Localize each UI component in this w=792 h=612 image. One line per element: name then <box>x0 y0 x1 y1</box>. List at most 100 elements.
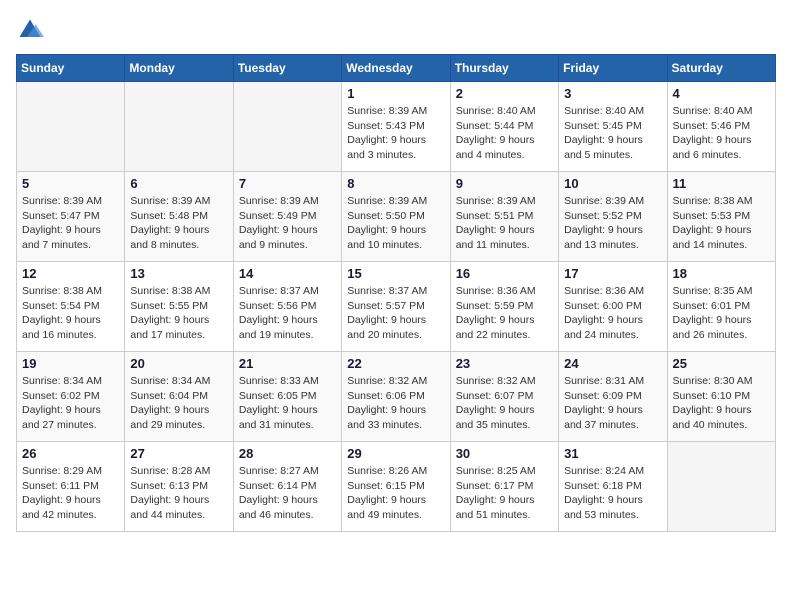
day-number: 31 <box>564 446 661 461</box>
day-number: 28 <box>239 446 336 461</box>
calendar-cell: 15 Sunrise: 8:37 AMSunset: 5:57 PMDayligh… <box>342 262 450 352</box>
day-number: 15 <box>347 266 444 281</box>
day-info: Sunrise: 8:38 AMSunset: 5:53 PMDaylight:… <box>673 194 770 253</box>
day-number: 20 <box>130 356 227 371</box>
calendar-week-row: 5Sunrise: 8:39 AMSunset: 5:47 PMDaylight… <box>17 172 776 262</box>
calendar-cell: 31 Sunrise: 8:24 AMSunset: 6:18 PMDayligh… <box>559 442 667 532</box>
weekday-header: Thursday <box>450 55 558 82</box>
day-info: Sunrise: 8:39 AMSunset: 5:50 PMDaylight:… <box>347 194 444 253</box>
weekday-header-row: SundayMondayTuesdayWednesdayThursdayFrid… <box>17 55 776 82</box>
weekday-header: Friday <box>559 55 667 82</box>
calendar-cell <box>125 82 233 172</box>
day-info: Sunrise: 8:31 AMSunset: 6:09 PMDaylight:… <box>564 374 661 433</box>
calendar-cell: 24Sunrise: 8:31 AMSunset: 6:09 PMDayligh… <box>559 352 667 442</box>
calendar-cell: 22 Sunrise: 8:32 AMSunset: 6:06 PMDayligh… <box>342 352 450 442</box>
day-info: Sunrise: 8:39 AMSunset: 5:48 PMDaylight:… <box>130 194 227 253</box>
day-info: Sunrise: 8:40 AMSunset: 5:45 PMDaylight:… <box>564 104 661 163</box>
day-info: Sunrise: 8:39 AMSunset: 5:47 PMDaylight:… <box>22 194 119 253</box>
calendar-cell: 5Sunrise: 8:39 AMSunset: 5:47 PMDaylight… <box>17 172 125 262</box>
calendar-cell <box>17 82 125 172</box>
day-info: Sunrise: 8:35 AMSunset: 6:01 PMDaylight:… <box>673 284 770 343</box>
day-info: Sunrise: 8:39 AMSunset: 5:43 PMDaylight:… <box>347 104 444 163</box>
day-info: Sunrise: 8:26 AMSunset: 6:15 PMDaylight:… <box>347 464 444 523</box>
day-number: 1 <box>347 86 444 101</box>
calendar-cell: 29 Sunrise: 8:26 AMSunset: 6:15 PMDayligh… <box>342 442 450 532</box>
calendar-cell <box>233 82 341 172</box>
day-info: Sunrise: 8:28 AMSunset: 6:13 PMDaylight:… <box>130 464 227 523</box>
day-number: 14 <box>239 266 336 281</box>
calendar-week-row: 19 Sunrise: 8:34 AMSunset: 6:02 PMDayligh… <box>17 352 776 442</box>
day-info: Sunrise: 8:37 AMSunset: 5:57 PMDaylight:… <box>347 284 444 343</box>
calendar-cell: 25Sunrise: 8:30 AMSunset: 6:10 PMDayligh… <box>667 352 775 442</box>
day-number: 12 <box>22 266 119 281</box>
calendar-cell: 10 Sunrise: 8:39 AMSunset: 5:52 PMDayligh… <box>559 172 667 262</box>
day-number: 22 <box>347 356 444 371</box>
calendar-week-row: 12 Sunrise: 8:38 AMSunset: 5:54 PMDayligh… <box>17 262 776 352</box>
calendar-table: SundayMondayTuesdayWednesdayThursdayFrid… <box>16 54 776 532</box>
calendar-cell: 13 Sunrise: 8:38 AMSunset: 5:55 PMDayligh… <box>125 262 233 352</box>
calendar-cell: 16 Sunrise: 8:36 AMSunset: 5:59 PMDayligh… <box>450 262 558 352</box>
day-info: Sunrise: 8:36 AMSunset: 6:00 PMDaylight:… <box>564 284 661 343</box>
day-number: 10 <box>564 176 661 191</box>
header <box>16 16 776 44</box>
day-info: Sunrise: 8:30 AMSunset: 6:10 PMDaylight:… <box>673 374 770 433</box>
calendar-cell: 17 Sunrise: 8:36 AMSunset: 6:00 PMDayligh… <box>559 262 667 352</box>
day-number: 6 <box>130 176 227 191</box>
day-info: Sunrise: 8:36 AMSunset: 5:59 PMDaylight:… <box>456 284 553 343</box>
day-info: Sunrise: 8:29 AMSunset: 6:11 PMDaylight:… <box>22 464 119 523</box>
calendar-cell: 26 Sunrise: 8:29 AMSunset: 6:11 PMDayligh… <box>17 442 125 532</box>
day-info: Sunrise: 8:24 AMSunset: 6:18 PMDaylight:… <box>564 464 661 523</box>
calendar-cell: 6 Sunrise: 8:39 AMSunset: 5:48 PMDaylight… <box>125 172 233 262</box>
day-info: Sunrise: 8:37 AMSunset: 5:56 PMDaylight:… <box>239 284 336 343</box>
day-number: 11 <box>673 176 770 191</box>
calendar-cell: 18Sunrise: 8:35 AMSunset: 6:01 PMDayligh… <box>667 262 775 352</box>
day-number: 16 <box>456 266 553 281</box>
day-number: 26 <box>22 446 119 461</box>
day-info: Sunrise: 8:38 AMSunset: 5:55 PMDaylight:… <box>130 284 227 343</box>
day-number: 30 <box>456 446 553 461</box>
calendar-cell: 23 Sunrise: 8:32 AMSunset: 6:07 PMDayligh… <box>450 352 558 442</box>
calendar-cell: 19 Sunrise: 8:34 AMSunset: 6:02 PMDayligh… <box>17 352 125 442</box>
day-info: Sunrise: 8:38 AMSunset: 5:54 PMDaylight:… <box>22 284 119 343</box>
weekday-header: Monday <box>125 55 233 82</box>
calendar-cell: 21 Sunrise: 8:33 AMSunset: 6:05 PMDayligh… <box>233 352 341 442</box>
calendar-cell <box>667 442 775 532</box>
weekday-header: Sunday <box>17 55 125 82</box>
calendar-cell: 1 Sunrise: 8:39 AMSunset: 5:43 PMDaylight… <box>342 82 450 172</box>
day-info: Sunrise: 8:25 AMSunset: 6:17 PMDaylight:… <box>456 464 553 523</box>
day-number: 29 <box>347 446 444 461</box>
day-number: 9 <box>456 176 553 191</box>
calendar-cell: 20 Sunrise: 8:34 AMSunset: 6:04 PMDayligh… <box>125 352 233 442</box>
day-number: 4 <box>673 86 770 101</box>
calendar-cell: 8 Sunrise: 8:39 AMSunset: 5:50 PMDaylight… <box>342 172 450 262</box>
day-info: Sunrise: 8:39 AMSunset: 5:51 PMDaylight:… <box>456 194 553 253</box>
day-info: Sunrise: 8:27 AMSunset: 6:14 PMDaylight:… <box>239 464 336 523</box>
calendar-cell: 14 Sunrise: 8:37 AMSunset: 5:56 PMDayligh… <box>233 262 341 352</box>
day-number: 27 <box>130 446 227 461</box>
day-number: 23 <box>456 356 553 371</box>
day-info: Sunrise: 8:34 AMSunset: 6:04 PMDaylight:… <box>130 374 227 433</box>
day-number: 8 <box>347 176 444 191</box>
logo-icon <box>16 16 44 44</box>
day-number: 13 <box>130 266 227 281</box>
day-number: 19 <box>22 356 119 371</box>
calendar-cell: 27 Sunrise: 8:28 AMSunset: 6:13 PMDayligh… <box>125 442 233 532</box>
weekday-header: Wednesday <box>342 55 450 82</box>
day-info: Sunrise: 8:34 AMSunset: 6:02 PMDaylight:… <box>22 374 119 433</box>
calendar-week-row: 1 Sunrise: 8:39 AMSunset: 5:43 PMDaylight… <box>17 82 776 172</box>
calendar-cell: 12 Sunrise: 8:38 AMSunset: 5:54 PMDayligh… <box>17 262 125 352</box>
day-info: Sunrise: 8:39 AMSunset: 5:52 PMDaylight:… <box>564 194 661 253</box>
day-info: Sunrise: 8:32 AMSunset: 6:07 PMDaylight:… <box>456 374 553 433</box>
calendar-cell: 30 Sunrise: 8:25 AMSunset: 6:17 PMDayligh… <box>450 442 558 532</box>
day-number: 3 <box>564 86 661 101</box>
day-number: 2 <box>456 86 553 101</box>
calendar-cell: 3 Sunrise: 8:40 AMSunset: 5:45 PMDaylight… <box>559 82 667 172</box>
day-info: Sunrise: 8:32 AMSunset: 6:06 PMDaylight:… <box>347 374 444 433</box>
weekday-header: Tuesday <box>233 55 341 82</box>
day-number: 17 <box>564 266 661 281</box>
day-info: Sunrise: 8:33 AMSunset: 6:05 PMDaylight:… <box>239 374 336 433</box>
calendar-week-row: 26 Sunrise: 8:29 AMSunset: 6:11 PMDayligh… <box>17 442 776 532</box>
calendar-cell: 28 Sunrise: 8:27 AMSunset: 6:14 PMDayligh… <box>233 442 341 532</box>
calendar-cell: 2Sunrise: 8:40 AMSunset: 5:44 PMDaylight… <box>450 82 558 172</box>
day-number: 21 <box>239 356 336 371</box>
